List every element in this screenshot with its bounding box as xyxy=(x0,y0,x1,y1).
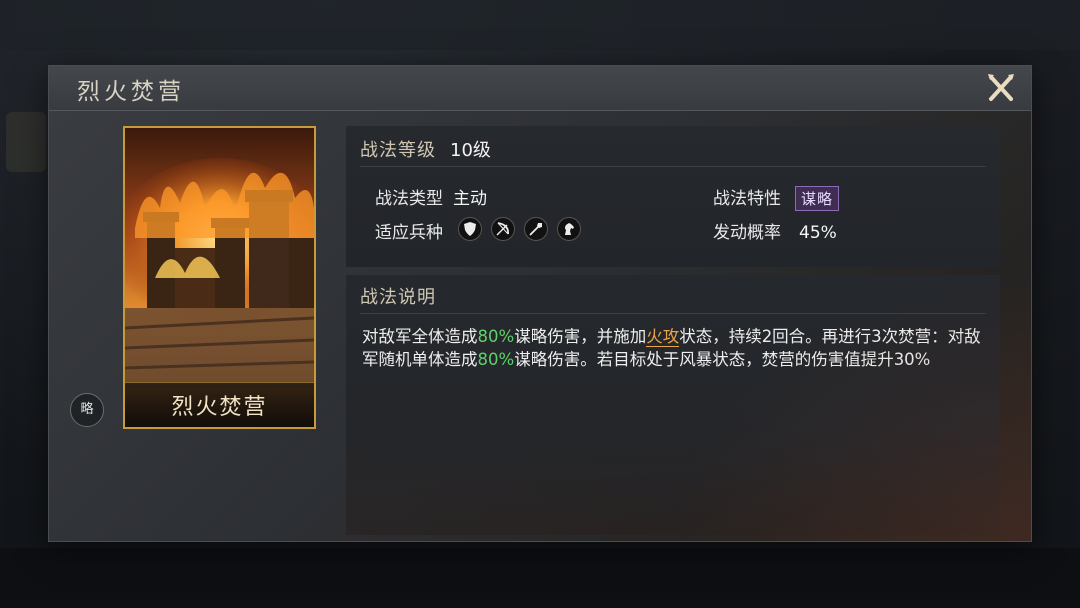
card-name-band: 烈火焚营 xyxy=(125,382,314,427)
description-divider xyxy=(360,313,986,314)
description-title: 战法说明 xyxy=(360,287,436,308)
trait-row: 战法特性 谋略 xyxy=(713,184,840,211)
trait-badge: 谋略 xyxy=(795,186,840,211)
background-bottom-bar xyxy=(0,548,1080,608)
type-value: 主动 xyxy=(453,189,487,209)
type-label: 战法类型 xyxy=(375,189,443,209)
troops-label: 适应兵种 xyxy=(375,223,443,243)
background-top-bar xyxy=(0,0,1080,50)
rate-value: 45% xyxy=(799,223,837,243)
tactic-card: 烈火焚营 xyxy=(123,126,316,429)
strategy-badge[interactable]: 略 xyxy=(70,393,104,427)
horse-icon xyxy=(557,217,581,241)
type-row: 战法类型 主动 xyxy=(375,184,487,209)
troops-row: 适应兵种 xyxy=(375,218,443,243)
damage-percent-2: 80% xyxy=(477,350,515,369)
description-part-4: 谋略伤害。若目标处于风暴状态，焚营的伤害值提升30% xyxy=(514,350,931,369)
tactic-description-panel: 战法说明 对敌军全体造成80%谋略伤害，并施加火攻状态，持续2回合。再进行3次焚… xyxy=(346,275,1000,535)
dialog-title: 烈火焚营 xyxy=(77,79,185,105)
dialog-header: 烈火焚营 xyxy=(49,66,1031,111)
description-text: 对敌军全体造成80%谋略伤害，并施加火攻状态，持续2回合。再进行3次焚营：对敌军… xyxy=(362,325,992,371)
shield-icon xyxy=(458,217,482,241)
troop-icons xyxy=(458,217,581,241)
info-divider xyxy=(360,166,986,167)
spear-icon xyxy=(524,217,548,241)
tactic-info-panel: 战法等级 10级 战法类型 主动 战法特性 谋略 适应兵种 发动概率 45% xyxy=(346,126,1000,267)
level-row: 战法等级 10级 xyxy=(360,136,491,162)
level-value: 10级 xyxy=(450,140,491,161)
close-button[interactable] xyxy=(983,70,1019,106)
rate-row: 发动概率 45% xyxy=(713,218,837,243)
trait-label: 战法特性 xyxy=(713,189,781,209)
rate-label: 发动概率 xyxy=(713,223,781,243)
fire-attack-link[interactable]: 火攻 xyxy=(646,327,680,347)
tactic-detail-dialog: 烈火焚营 烈火焚营 略 战法等级 10级 战法类型 主动 战法特性 谋略 适应兵… xyxy=(49,66,1031,541)
description-part-2: 谋略伤害，并施加 xyxy=(514,327,647,346)
bow-icon xyxy=(491,217,515,241)
background-panel xyxy=(6,112,46,172)
description-part-1: 对敌军全体造成 xyxy=(362,327,478,346)
damage-percent-1: 80% xyxy=(477,327,515,346)
card-name: 烈火焚营 xyxy=(171,395,268,420)
close-icon xyxy=(988,74,1014,101)
level-label: 战法等级 xyxy=(360,140,436,161)
